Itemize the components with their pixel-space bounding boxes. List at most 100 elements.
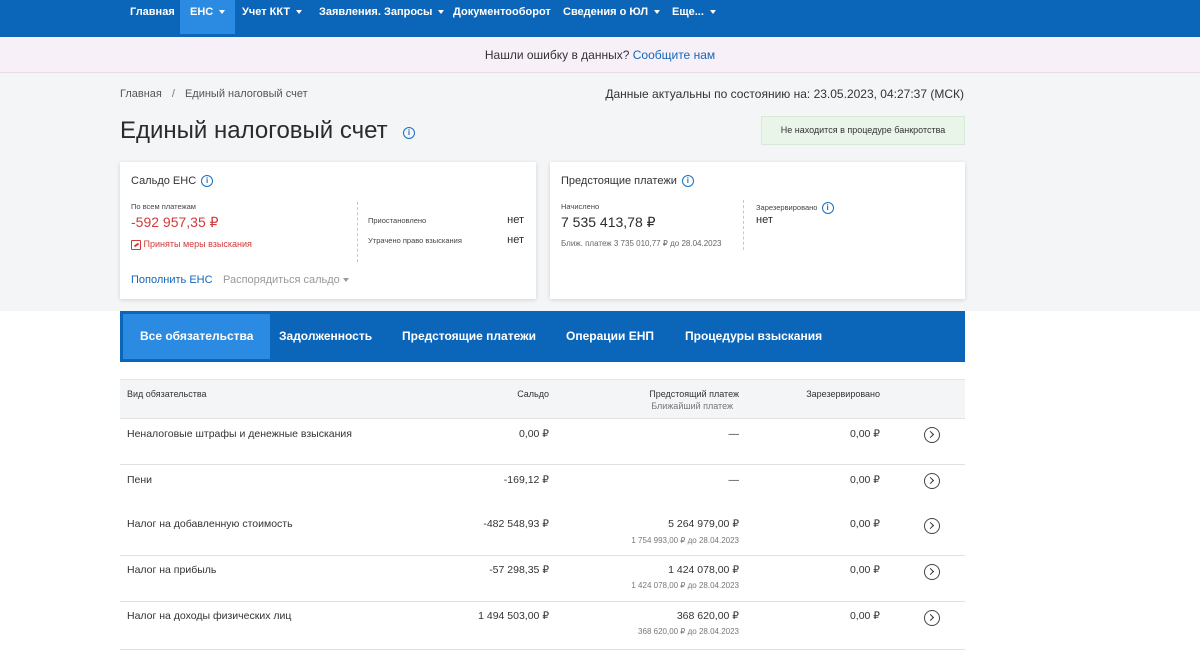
saldo-amount: -592 957,35 ₽ bbox=[131, 214, 219, 230]
info-icon[interactable]: i bbox=[403, 127, 415, 139]
gavel-icon bbox=[131, 239, 141, 250]
row-reserved: 0,00 ₽ bbox=[849, 428, 880, 440]
error-notice-bar: Нашли ошибку в данных? Сообщите нам bbox=[0, 37, 1200, 73]
bankruptcy-status-badge: Не находится в процедуре банкротства bbox=[761, 116, 965, 145]
suspended-value: нет bbox=[507, 214, 524, 226]
caret-down-icon bbox=[296, 10, 303, 15]
lost-right-label: Утрачено право взыскания bbox=[368, 236, 462, 245]
table-row[interactable]: Налог на доходы физических лиц 1 494 503… bbox=[120, 602, 965, 650]
saldo-card-title: Сальдо ЕНС bbox=[131, 175, 197, 187]
caret-down-icon bbox=[342, 278, 349, 283]
breadcrumb-home[interactable]: Главная bbox=[120, 88, 162, 100]
row-upcoming: 1 424 078,00 ₽ bbox=[668, 564, 739, 576]
tab-all-obligations[interactable]: Все обязательства bbox=[123, 314, 271, 359]
tab-recovery-procedures[interactable]: Процедуры взыскания bbox=[668, 314, 839, 359]
nav-item-label: Заявления. Запросы bbox=[319, 6, 433, 18]
caret-down-icon bbox=[219, 10, 226, 15]
caret-down-icon bbox=[709, 10, 716, 15]
row-upcoming: 368 620,00 ₽ bbox=[676, 610, 739, 622]
lost-right-value: нет bbox=[507, 234, 524, 246]
info-icon[interactable]: i bbox=[201, 175, 214, 188]
arrow-right-circle-icon[interactable] bbox=[924, 518, 940, 534]
row-reserved: 0,00 ₽ bbox=[849, 518, 880, 530]
row-reserved: 0,00 ₽ bbox=[849, 564, 880, 576]
col-header-upcoming: Предстоящий платеж bbox=[649, 389, 739, 399]
row-name: Налог на добавленную стоимость bbox=[127, 518, 293, 530]
upcoming-card-header: Предстоящие платежи i bbox=[561, 175, 694, 188]
breadcrumb-current: Единый налоговый счет bbox=[184, 88, 308, 100]
table-row[interactable]: Неналоговые штрафы и денежные взыскания … bbox=[120, 419, 965, 465]
row-name: Налог на прибыль bbox=[127, 564, 217, 576]
col-header-upcoming-sub: Ближайший платеж bbox=[651, 401, 733, 411]
row-upcoming-sub: 1 424 078,00 ₽ до 28.04.2023 bbox=[631, 581, 739, 590]
table-header: Вид обязательства Сальдо Предстоящий пла… bbox=[120, 379, 965, 419]
tab-debt[interactable]: Задолженность bbox=[262, 314, 389, 359]
reserved-value: нет bbox=[756, 214, 773, 226]
tab-bar: Все обязательства Задолженность Предстоя… bbox=[120, 311, 965, 362]
nav-item-kkt[interactable]: Учет ККТ bbox=[232, 0, 312, 34]
all-payments-label: По всем платежам bbox=[131, 202, 196, 211]
table-row[interactable]: Налог на добавленную стоимость -482 548,… bbox=[120, 510, 965, 556]
arrow-right-circle-icon[interactable] bbox=[924, 473, 940, 489]
replenish-button[interactable]: Пополнить ЕНС bbox=[131, 274, 213, 286]
measures-label: Приняты меры взыскания bbox=[143, 239, 252, 249]
arrow-right-circle-icon[interactable] bbox=[924, 610, 940, 626]
row-upcoming: — bbox=[728, 474, 740, 486]
data-actuality: Данные актуальны по состоянию на: 23.05.… bbox=[605, 87, 964, 101]
accrued-label: Начислено bbox=[561, 202, 600, 211]
measures-link[interactable]: Приняты меры взыскания bbox=[131, 239, 252, 250]
info-icon[interactable]: i bbox=[821, 202, 834, 214]
row-upcoming-sub: 1 754 993,00 ₽ до 28.04.2023 bbox=[631, 536, 739, 545]
page-title: Единый налоговый счет bbox=[120, 117, 388, 144]
nav-item-label: Еще... bbox=[672, 6, 704, 18]
nav-item-ens[interactable]: ЕНС bbox=[180, 0, 236, 34]
upcoming-card-title: Предстоящие платежи bbox=[561, 175, 677, 187]
reserved-label-wrap: Зарезервировано i bbox=[756, 202, 834, 214]
table-row[interactable]: Пени -169,12 ₽ — 0,00 ₽ bbox=[120, 465, 965, 511]
nav-item-label: ЕНС bbox=[190, 6, 214, 18]
breadcrumb-separator: / bbox=[171, 88, 175, 100]
tab-upcoming[interactable]: Предстоящие платежи bbox=[385, 314, 553, 359]
upcoming-payments-card: Предстоящие платежи i Начислено 7 535 413… bbox=[550, 162, 965, 299]
dispose-saldo-label: Распорядиться сальдо bbox=[223, 274, 340, 286]
saldo-card-header: Сальдо ЕНС i bbox=[131, 175, 214, 188]
nav-item-home[interactable]: Главная bbox=[120, 0, 185, 34]
saldo-card: Сальдо ЕНС i По всем платежам -592 957,35… bbox=[120, 162, 536, 299]
tab-enp-operations[interactable]: Операции ЕНП bbox=[549, 314, 671, 359]
row-saldo: -169,12 ₽ bbox=[503, 474, 549, 486]
info-icon[interactable]: i bbox=[681, 175, 694, 188]
reserved-label: Зарезервировано bbox=[756, 202, 818, 212]
breadcrumb: Главная / Единый налоговый счет bbox=[120, 88, 308, 100]
row-name: Пени bbox=[127, 474, 153, 486]
nav-item-label: Документооборот bbox=[453, 6, 551, 18]
divider bbox=[357, 202, 358, 262]
col-header-type: Вид обязательства bbox=[127, 389, 207, 399]
col-header-reserved: Зарезервировано bbox=[806, 389, 880, 399]
arrow-right-circle-icon[interactable] bbox=[924, 427, 940, 443]
top-nav: Главная ЕНС Учет ККТ Заявления. Запросы … bbox=[0, 0, 1200, 37]
table-row[interactable]: Налог на прибыль -57 298,35 ₽ 1 424 078,… bbox=[120, 556, 965, 602]
nav-item-docflow[interactable]: Документооборот bbox=[443, 0, 561, 34]
arrow-right-circle-icon[interactable] bbox=[924, 564, 940, 580]
row-reserved: 0,00 ₽ bbox=[849, 610, 880, 622]
row-upcoming-sub: 368 620,00 ₽ до 28.04.2023 bbox=[638, 627, 739, 636]
row-name: Налог на доходы физических лиц bbox=[127, 610, 292, 622]
row-saldo: -482 548,93 ₽ bbox=[483, 518, 549, 530]
nav-item-requests[interactable]: Заявления. Запросы bbox=[309, 0, 454, 34]
nav-item-more[interactable]: Еще... bbox=[662, 0, 726, 34]
row-saldo: 1 494 503,00 ₽ bbox=[478, 610, 549, 622]
row-upcoming: 5 264 979,00 ₽ bbox=[668, 518, 739, 530]
caret-down-icon bbox=[654, 10, 661, 15]
row-reserved: 0,00 ₽ bbox=[849, 474, 880, 486]
row-saldo: 0,00 ₽ bbox=[518, 428, 549, 440]
nav-item-label: Главная bbox=[130, 6, 175, 18]
row-saldo: -57 298,35 ₽ bbox=[489, 564, 549, 576]
nearest-payment: Ближ. платеж 3 735 010,77 ₽ до 28.04.202… bbox=[561, 239, 722, 248]
accrued-amount: 7 535 413,78 ₽ bbox=[561, 214, 656, 230]
dispose-saldo-dropdown[interactable]: Распорядиться сальдо bbox=[223, 274, 349, 286]
row-upcoming: — bbox=[728, 428, 740, 440]
col-header-saldo: Сальдо bbox=[517, 389, 549, 399]
report-link[interactable]: Сообщите нам bbox=[633, 48, 715, 62]
nav-item-legal-info[interactable]: Сведения о ЮЛ bbox=[553, 0, 670, 34]
divider bbox=[743, 200, 744, 250]
